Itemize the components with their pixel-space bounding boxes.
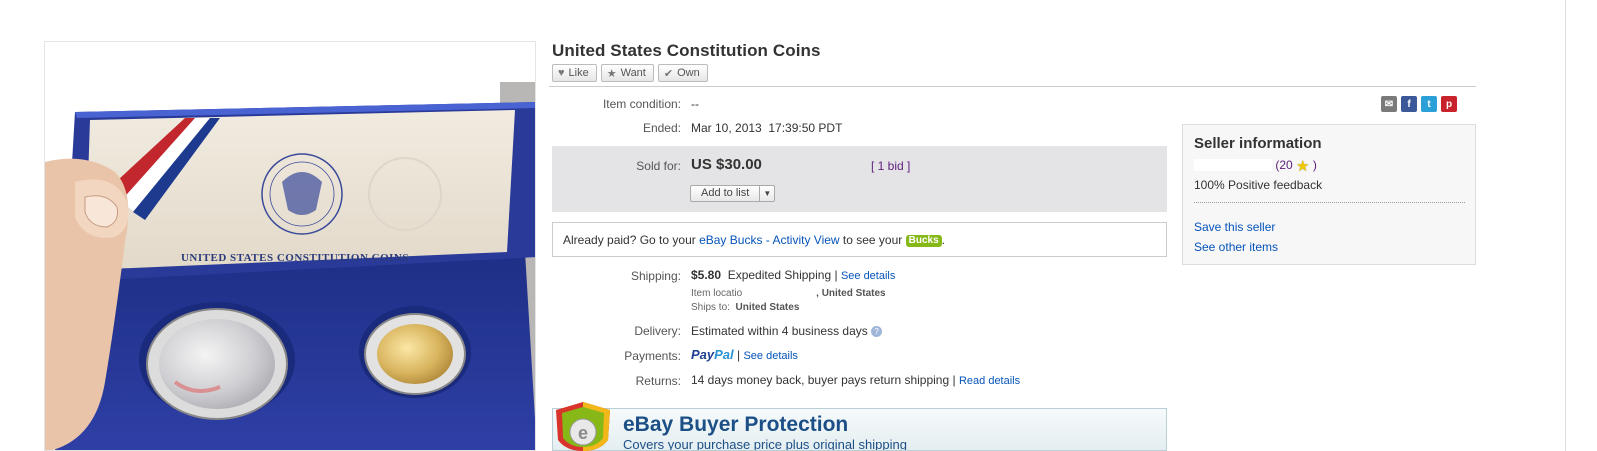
buyer-protection-banner[interactable]: eBay Buyer Protection Covers your purcha…: [552, 408, 1167, 451]
want-button[interactable]: ★ Want: [600, 64, 654, 82]
like-label: Like: [568, 67, 589, 79]
shipping-method: Expedited Shipping: [727, 268, 832, 282]
bucks-prefix: Already paid? Go to your: [563, 233, 700, 247]
item-photo[interactable]: UNITED STATES CONSTITUTION COINS: [44, 41, 536, 451]
seller-information-panel: Seller information (20 ★ ) 100% Positive…: [1182, 124, 1476, 265]
paypal-logo-pay: Pay: [691, 347, 715, 362]
like-button[interactable]: ♥ Like: [552, 64, 597, 82]
shipping-cost: $5.80: [691, 268, 722, 282]
payments-label: Payments:: [624, 349, 681, 363]
seller-feedback-score[interactable]: (20: [1275, 158, 1292, 172]
bid-history-link[interactable]: [ 1 bid ]: [871, 159, 910, 173]
like-want-own-bar: ♥ Like ★ Want ✔ Own: [552, 64, 708, 82]
shipping-separator: |: [834, 268, 838, 282]
delivery-row: Estimated within 4 business days ?: [691, 324, 883, 338]
heart-icon: ♥: [558, 67, 565, 79]
checkmark-icon: ✔: [663, 67, 674, 80]
svg-text:e: e: [578, 423, 588, 443]
delivery-label: Delivery:: [634, 324, 681, 338]
buyer-protection-title: eBay Buyer Protection: [623, 413, 849, 436]
ended-label: Ended:: [642, 121, 681, 135]
delivery-value: Estimated within 4 business days: [691, 324, 868, 338]
paypal-logo: PayPal: [691, 347, 734, 362]
listing-title: United States Constitution Coins: [552, 41, 821, 60]
ended-value: Mar 10, 2013 17:39:50 PDT: [691, 121, 843, 135]
want-label: Want: [620, 67, 646, 79]
condition-value: --: [691, 97, 699, 111]
redacted-location: [742, 286, 817, 298]
feedback-star-icon[interactable]: ★: [1296, 158, 1309, 175]
help-icon[interactable]: ?: [871, 326, 883, 337]
add-to-list-label: Add to list: [691, 186, 761, 201]
see-other-items-link[interactable]: See other items: [1194, 240, 1278, 254]
pinterest-icon[interactable]: p: [1441, 96, 1457, 112]
shipping-see-details-link[interactable]: See details: [841, 270, 895, 282]
item-location: Item locatio , United States: [691, 286, 886, 299]
positive-feedback: 100% Positive feedback: [1194, 178, 1323, 192]
item-location-prefix: Item locatio: [691, 288, 743, 299]
save-seller-link[interactable]: Save this seller: [1194, 220, 1275, 234]
returns-row: 14 days money back, buyer pays return sh…: [691, 373, 1020, 387]
title-divider: [549, 86, 1476, 87]
twitter-icon[interactable]: t: [1421, 96, 1437, 112]
bucks-activity-link[interactable]: eBay Bucks - Activity View: [699, 233, 840, 247]
bucks-suffix: to see your: [839, 233, 906, 247]
sold-label: Sold for:: [636, 159, 681, 173]
condition-label: Item condition:: [602, 97, 681, 111]
sold-price-box: Sold for: US $30.00 [ 1 bid ] Add to lis…: [552, 146, 1167, 212]
star-icon: ★: [606, 67, 617, 80]
payments-row: PayPal | See details: [691, 347, 798, 362]
email-icon[interactable]: ✉: [1381, 96, 1397, 112]
ebay-bucks-notice: Already paid? Go to your eBay Bucks - Ac…: [552, 222, 1167, 257]
returns-separator: |: [952, 373, 956, 387]
ships-to-label: Ships to:: [691, 302, 730, 313]
seller-score-close: ): [1312, 158, 1317, 172]
own-label: Own: [677, 67, 700, 79]
buyer-protection-subtitle: Covers your purchase price plus original…: [623, 437, 907, 451]
seller-id-row: (20 ★ ): [1194, 157, 1317, 175]
item-location-country: , United States: [816, 288, 886, 299]
share-icons: ✉ f t p: [1381, 96, 1457, 112]
seller-heading: Seller information: [1194, 135, 1322, 152]
payments-see-details-link[interactable]: See details: [743, 350, 797, 362]
bucks-badge: Bucks: [905, 235, 942, 247]
paypal-logo-pal: Pal: [714, 347, 734, 362]
facebook-icon[interactable]: f: [1401, 96, 1417, 112]
chevron-down-icon[interactable]: ▼: [760, 186, 774, 201]
shipping-label: Shipping:: [630, 269, 681, 283]
ships-to: Ships to: United States: [691, 302, 799, 313]
bucks-end: .: [941, 233, 945, 247]
shield-icon: e: [556, 402, 610, 451]
redacted-seller-name[interactable]: [1194, 159, 1272, 171]
returns-read-details-link[interactable]: Read details: [959, 375, 1020, 387]
seller-divider: [1194, 202, 1465, 203]
sold-price: US $30.00: [691, 156, 762, 173]
payments-separator: |: [737, 348, 741, 362]
own-button[interactable]: ✔ Own: [657, 64, 708, 82]
returns-value: 14 days money back, buyer pays return sh…: [691, 373, 950, 387]
shipping-row: $5.80 Expedited Shipping | See details: [691, 268, 895, 282]
scrollbar-edge: [1565, 0, 1566, 451]
add-to-list-button[interactable]: Add to list ▼: [690, 185, 776, 202]
returns-label: Returns:: [635, 374, 681, 388]
ships-to-value: United States: [735, 302, 800, 313]
box-inscription: UNITED STATES CONSTITUTION COINS: [181, 252, 409, 264]
